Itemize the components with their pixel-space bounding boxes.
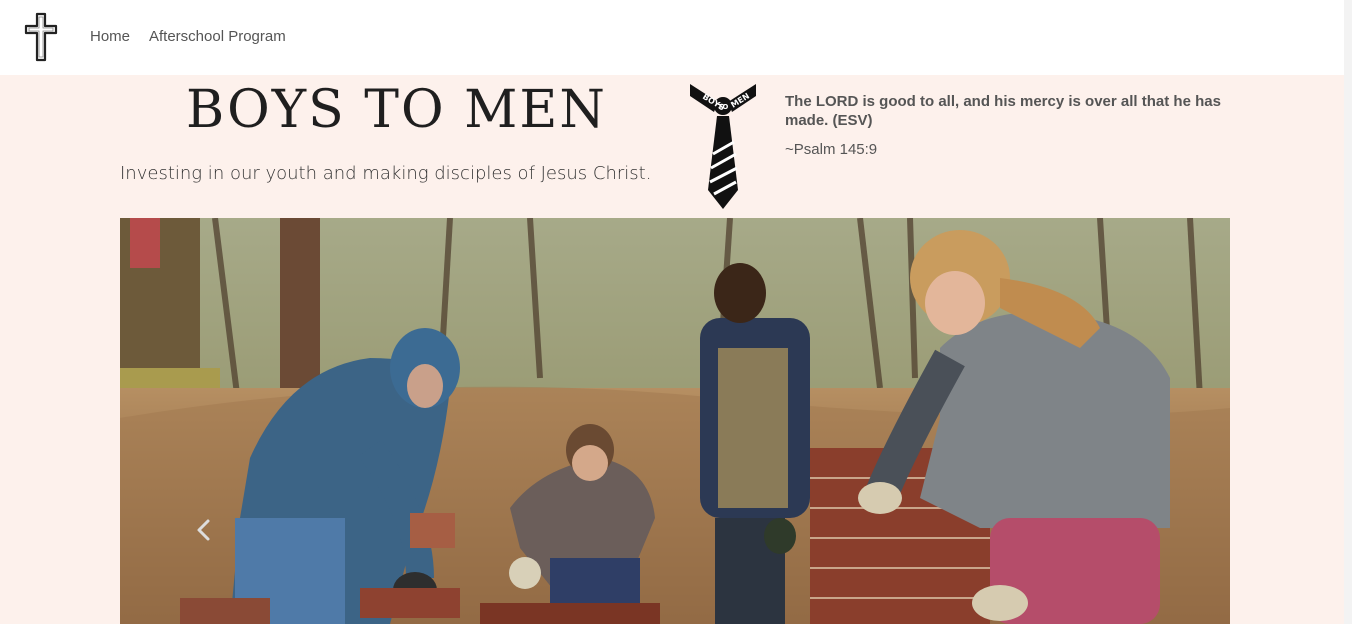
bible-verse: The LORD is good to all, and his mercy i… [785, 93, 1221, 129]
necktie-icon: BOYS TO MEN [690, 84, 756, 209]
tie-logo-right-text: MEN [729, 91, 751, 109]
tagline: Investing in our youth and making discip… [120, 163, 652, 184]
tie-logo-middle-text: TO [718, 103, 729, 111]
chevron-left-icon[interactable] [193, 518, 215, 542]
scrollbar[interactable] [1344, 0, 1352, 624]
cross-icon[interactable] [24, 12, 58, 62]
top-navbar: Home Afterschool Program [0, 0, 1344, 75]
nav-link-afterschool-program[interactable]: Afterschool Program [149, 28, 286, 45]
carousel-photo [120, 218, 1230, 624]
nav-link-home[interactable]: Home [90, 28, 130, 45]
page-title: BOYS TO MEN [186, 80, 607, 140]
hero-carousel[interactable] [120, 218, 1230, 624]
verse-reference: ~Psalm 145:9 [785, 141, 878, 158]
